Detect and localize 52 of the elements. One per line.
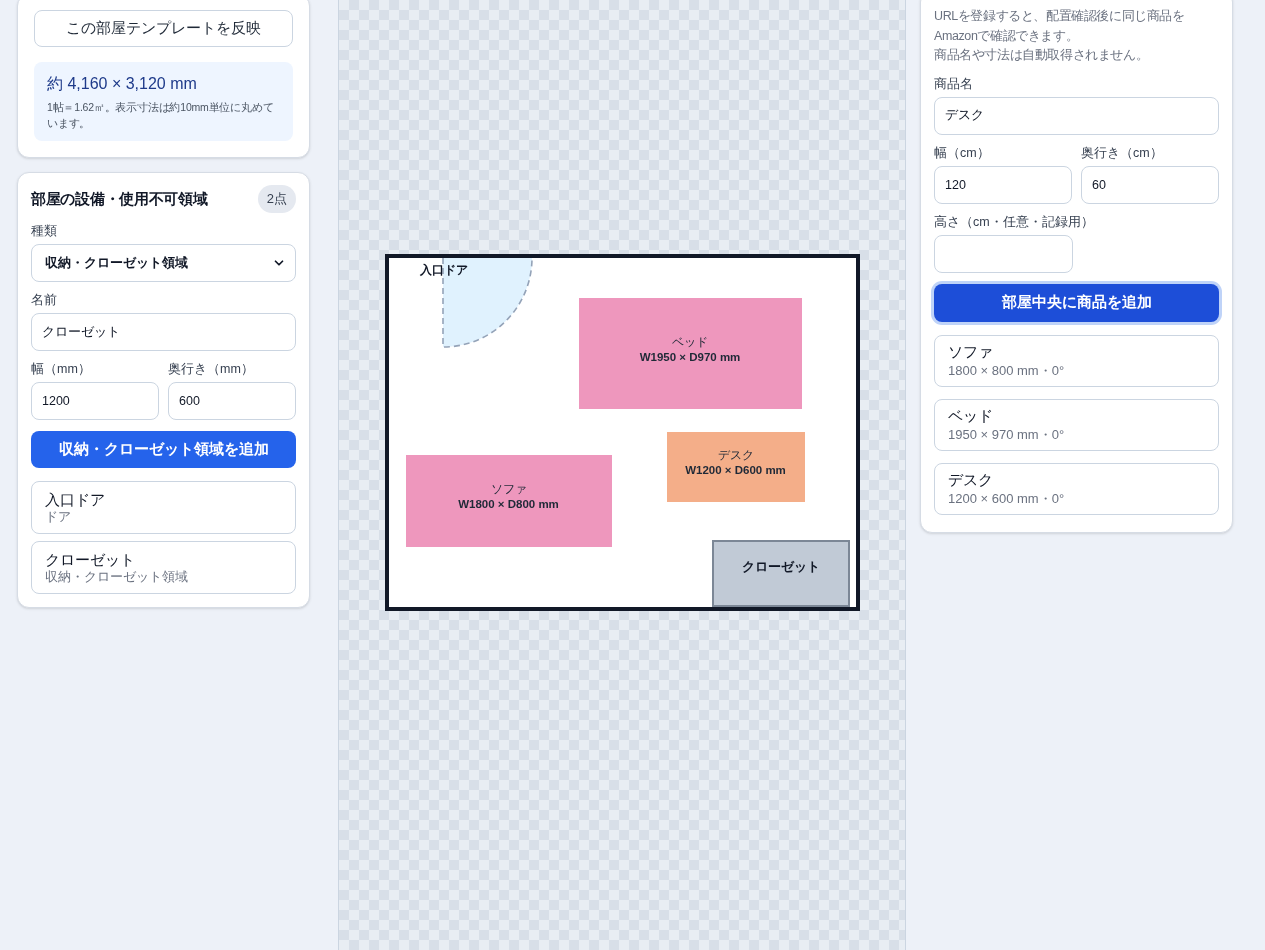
width-label: 幅（cm） <box>934 144 991 161</box>
furniture-name: ベッド <box>672 334 708 350</box>
furniture-item[interactable]: デスク W1200 × D600 mm <box>666 432 805 502</box>
closet-label: クローゼット <box>741 558 820 575</box>
product-detail: 1200 × 600 mm・0° <box>948 489 1066 507</box>
help-note: 商品名や寸法は自動取得されません。 <box>934 47 1150 64</box>
product-name: デスク <box>948 470 994 490</box>
fixture-list-item[interactable]: 入口ドア ドア <box>31 481 296 534</box>
name-input[interactable]: クローゼット <box>31 313 296 351</box>
product-detail: 1800 × 800 mm・0° <box>948 361 1066 379</box>
depth-input[interactable]: 600 <box>168 382 296 420</box>
furniture-size: W1200 × D600 mm <box>685 463 786 478</box>
door-label: 入口ドア <box>419 262 468 278</box>
fixture-count: 2点 <box>257 185 296 213</box>
height-input[interactable] <box>934 234 1073 273</box>
fixture-name: 入口ドア <box>45 489 106 509</box>
type-select[interactable]: 収納・クローゼット領域 <box>31 244 296 282</box>
product-name-label: 商品名 <box>934 75 974 92</box>
closet-area[interactable]: クローゼット <box>711 540 850 607</box>
product-list-item[interactable]: ソファ 1800 × 800 mm・0° <box>934 334 1219 387</box>
help-note: URLを登録すると、配置確認後に同じ商品をAmazonで確認できます。 <box>934 8 1186 45</box>
product-name-input[interactable]: デスク <box>934 96 1219 135</box>
fixture-type: ドア <box>45 508 72 526</box>
height-label: 高さ（cm・任意・記録用） <box>934 213 1095 230</box>
apply-template-button[interactable]: この部屋テンプレートを反映 <box>34 10 293 47</box>
width-label: 幅（mm） <box>31 361 92 377</box>
product-detail: 1950 × 970 mm・0° <box>948 425 1066 443</box>
fixtures-title: 部屋の設備・使用不可領域 <box>31 188 208 209</box>
furniture-size: W1800 × D800 mm <box>458 497 559 512</box>
product-list-item[interactable]: ベッド 1950 × 970 mm・0° <box>934 398 1219 451</box>
furniture-item[interactable]: ソファ W1800 × D800 mm <box>405 455 612 547</box>
depth-label: 奥行き（mm） <box>168 361 255 377</box>
fixture-type: 収納・クローゼット領域 <box>45 568 189 586</box>
fixture-list-item[interactable]: クローゼット 収納・クローゼット領域 <box>31 541 296 594</box>
furniture-size: W1950 × D970 mm <box>639 349 741 365</box>
room-size-title: 約 4,160 × 3,120 mm <box>47 74 198 94</box>
room-size-note: 1帖＝1.62㎡。表示寸法は約10mm単位に丸めています。 <box>47 100 275 131</box>
product-name: ソファ <box>948 342 994 362</box>
fixture-name: クローゼット <box>45 549 136 569</box>
width-input[interactable]: 120 <box>934 165 1072 204</box>
product-list-item[interactable]: デスク 1200 × 600 mm・0° <box>934 462 1219 515</box>
add-fixture-button[interactable]: 収納・クローゼット領域を追加 <box>31 431 296 468</box>
furniture-name: デスク <box>717 448 754 463</box>
type-label: 種類 <box>31 223 58 239</box>
name-label: 名前 <box>31 292 58 308</box>
width-input[interactable]: 1200 <box>31 382 159 420</box>
add-product-button[interactable]: 部屋中央に商品を追加 <box>934 283 1219 322</box>
depth-input[interactable]: 60 <box>1081 165 1219 204</box>
product-name: ベッド <box>948 406 994 426</box>
furniture-name: ソファ <box>490 482 527 497</box>
depth-label: 奥行き（cm） <box>1081 144 1164 161</box>
furniture-item[interactable]: ベッド W1950 × D970 mm <box>578 298 802 409</box>
